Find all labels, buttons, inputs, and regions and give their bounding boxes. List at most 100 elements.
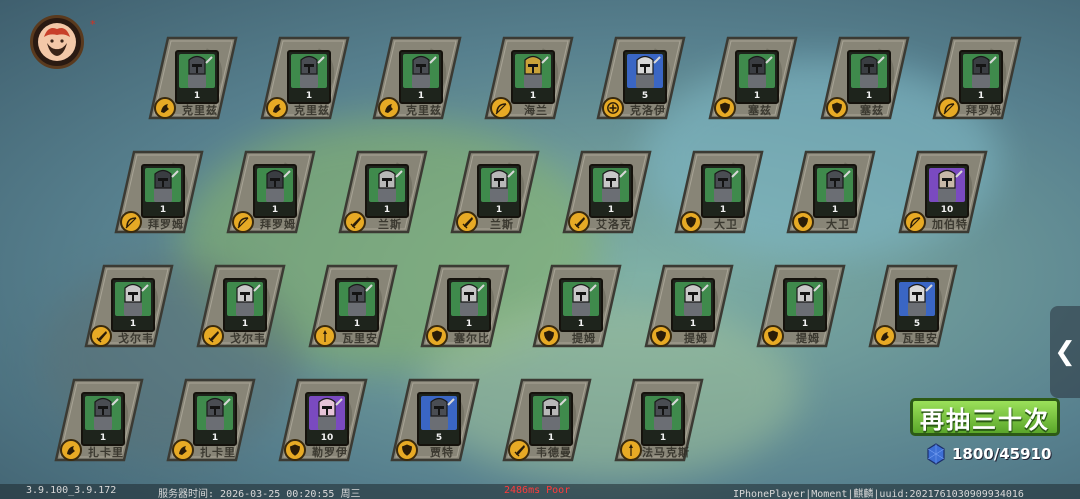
hero-portrait: 1 (477, 164, 521, 218)
hero-level: 1 (353, 319, 361, 329)
melee-icon (161, 104, 169, 113)
shield-icon (290, 444, 300, 456)
knight-icon (460, 283, 485, 316)
hero-portrait: 1 (813, 164, 857, 218)
hero-card[interactable]: 1 艾洛克 (562, 150, 652, 234)
shield-icon (432, 330, 442, 342)
bow-icon (909, 217, 921, 229)
role-badge (938, 97, 960, 119)
hero-card[interactable]: 1 兰斯 (450, 150, 540, 234)
gacha-result-screen: * 1 克里兹 1 克里兹 1 克里兹 1 海兰 5 克洛伊 1 塞兹 1 塞兹 1 拜罗姆 1 拜罗姆 1 拜罗姆 1… (0, 0, 1080, 499)
hero-card[interactable]: 1 提姆 (644, 264, 734, 348)
hero-level: 1 (865, 91, 873, 101)
hero-card[interactable]: 10 勒罗伊 (278, 378, 368, 462)
role-badge (266, 97, 288, 119)
hero-portrait: 1 (641, 392, 685, 446)
hero-level: 1 (465, 319, 473, 329)
hero-portrait: 5 (895, 278, 939, 332)
hero-card[interactable]: 1 克里兹 (148, 36, 238, 120)
hero-portrait: 1 (335, 278, 379, 332)
role-badge (680, 211, 702, 233)
hero-card[interactable]: 1 韦德曼 (502, 378, 592, 462)
shield-icon (832, 102, 842, 114)
knight-icon (266, 169, 291, 202)
hero-level: 1 (383, 205, 391, 215)
role-badge (120, 211, 142, 233)
debug-footer: 3.9.100_3.9.172 服务器时间: 2026-03-25 00:20:… (0, 484, 1080, 499)
sword-icon (208, 331, 219, 343)
hero-card[interactable]: 1 克里兹 (372, 36, 462, 120)
role-badge (762, 325, 784, 347)
knight-icon (684, 283, 709, 316)
hero-level: 1 (417, 91, 425, 101)
hero-card[interactable]: 5 贾特 (390, 378, 480, 462)
knight-icon (524, 55, 549, 88)
hero-card[interactable]: 1 法马克斯 (614, 378, 704, 462)
hero-card[interactable]: 5 瓦里安 (868, 264, 958, 348)
hero-card[interactable]: 1 克里兹 (260, 36, 350, 120)
device-info-text: IPhonePlayer|Moment|麒麟|uuid:202176103090… (733, 489, 1024, 499)
hero-card[interactable]: 1 戈尔韦 (84, 264, 174, 348)
knight-icon (378, 169, 403, 202)
hero-portrait: 1 (735, 50, 779, 104)
hero-level: 1 (547, 433, 555, 443)
knight-icon (412, 55, 437, 88)
hero-card[interactable]: 1 塞兹 (708, 36, 798, 120)
hero-card[interactable]: 1 戈尔韦 (196, 264, 286, 348)
hero-portrait: 1 (223, 278, 267, 332)
hero-card[interactable]: 5 克洛伊 (596, 36, 686, 120)
hero-level: 5 (641, 91, 649, 101)
hero-level: 1 (801, 319, 809, 329)
hero-card[interactable]: 1 大卫 (674, 150, 764, 234)
hero-level: 1 (193, 91, 201, 101)
hero-card[interactable]: 1 拜罗姆 (226, 150, 316, 234)
role-badge (60, 439, 82, 461)
hero-level: 1 (495, 205, 503, 215)
hero-card[interactable]: 1 拜罗姆 (114, 150, 204, 234)
hero-card[interactable]: 1 扎卡里 (166, 378, 256, 462)
melee-icon (385, 104, 393, 113)
knight-icon (860, 55, 885, 88)
hero-portrait: 1 (671, 278, 715, 332)
ping-text: 2486ms Poor (504, 485, 571, 496)
hero-level: 10 (320, 433, 334, 443)
hero-card[interactable]: 1 塞尔比 (420, 264, 510, 348)
player-avatar[interactable] (30, 15, 84, 69)
role-badge (874, 325, 896, 347)
role-badge (568, 211, 590, 233)
hero-card[interactable]: 1 兰斯 (338, 150, 428, 234)
shield-icon (656, 330, 666, 342)
hero-portrait: 1 (847, 50, 891, 104)
hero-level: 1 (99, 433, 107, 443)
sword-icon (96, 331, 107, 343)
knight-icon (572, 283, 597, 316)
hero-portrait: 10 (305, 392, 349, 446)
hero-card[interactable]: 1 扎卡里 (54, 378, 144, 462)
hero-card[interactable]: 1 拜罗姆 (932, 36, 1022, 120)
side-panel-toggle[interactable]: ❮ (1050, 306, 1080, 398)
hero-portrait: 1 (783, 278, 827, 332)
role-badge (396, 439, 418, 461)
hero-card[interactable]: 10 加伯特 (898, 150, 988, 234)
hero-card[interactable]: 1 塞兹 (820, 36, 910, 120)
hero-level: 1 (129, 319, 137, 329)
hero-card[interactable]: 1 提姆 (756, 264, 846, 348)
role-badge (426, 325, 448, 347)
hero-card[interactable]: 1 大卫 (786, 150, 876, 234)
hero-portrait: 1 (959, 50, 1003, 104)
hero-portrait: 1 (559, 278, 603, 332)
hero-card[interactable]: 1 海兰 (484, 36, 574, 120)
hero-level: 1 (211, 433, 219, 443)
hero-card[interactable]: 1 提姆 (532, 264, 622, 348)
knight-icon (542, 397, 567, 430)
role-badge (490, 97, 512, 119)
hero-portrait: 1 (175, 50, 219, 104)
role-badge (508, 439, 530, 461)
hero-level: 5 (913, 319, 921, 329)
hero-card[interactable]: 1 瓦里安 (308, 264, 398, 348)
role-badge (314, 325, 336, 347)
role-badge (284, 439, 306, 461)
role-badge (90, 325, 112, 347)
role-badge (826, 97, 848, 119)
draw-again-button[interactable]: 再抽三十次 (910, 398, 1060, 436)
